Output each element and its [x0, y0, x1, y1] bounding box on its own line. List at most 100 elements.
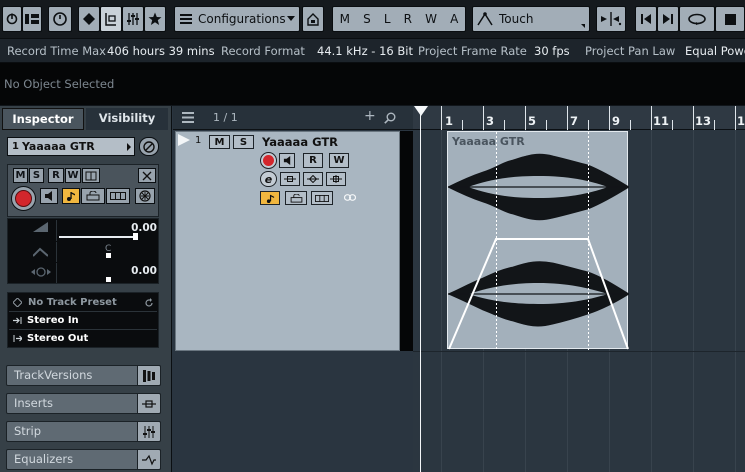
constrain-delay-icon[interactable] — [48, 6, 72, 32]
inspector-write-mode-icon[interactable] — [82, 168, 100, 183]
object-selection-icon[interactable] — [78, 6, 100, 32]
track-inserts-icon[interactable] — [280, 172, 300, 186]
track-row[interactable]: 1 M S Yaaaaa GTR R W e — [175, 131, 400, 351]
inspector-mute-button[interactable]: M — [13, 168, 28, 183]
inspector-track-name-label: Yaaaaa GTR — [21, 140, 95, 153]
track-mute-button[interactable]: M — [209, 135, 230, 149]
track-selection-count: 1 / 1 — [213, 111, 238, 124]
track-record-enable-button[interactable] — [260, 152, 277, 169]
edit-channel-settings-icon[interactable] — [139, 137, 159, 156]
automation-mode-button[interactable]: A — [450, 12, 458, 26]
mode-buttons-group: M S L R W A — [332, 6, 466, 32]
section-strip-label: Strip — [14, 424, 42, 438]
configurations-label: Configurations — [198, 12, 286, 26]
ruler[interactable]: 1 3 5 7 9 11 13 15 — [413, 106, 745, 130]
automation-mode-label: Touch — [499, 12, 534, 26]
inspector-musical-mode-icon[interactable] — [62, 188, 80, 204]
track-musical-mode-icon[interactable] — [260, 191, 280, 205]
configurations-dropdown[interactable]: Configurations — [174, 6, 300, 32]
inspector-record-enable-button[interactable] — [11, 186, 36, 211]
window-layout-icon[interactable] — [22, 6, 42, 32]
reset-icon — [145, 297, 153, 307]
go-to-end-icon[interactable] — [657, 6, 679, 32]
record-icon — [15, 190, 32, 207]
record-format-value[interactable]: 44.1 kHz - 16 Bit — [317, 44, 413, 58]
delay-control[interactable]: 0.00 — [56, 263, 159, 283]
track-write-button[interactable]: W — [329, 153, 349, 168]
search-icon[interactable] — [384, 112, 396, 124]
preset-label: No Track Preset — [28, 297, 117, 308]
edit-channel-icon[interactable]: e — [260, 171, 277, 187]
suspend-send-icon[interactable] — [596, 6, 626, 32]
track-lanes-icon[interactable] — [311, 191, 333, 205]
equalizer-icon — [137, 449, 161, 470]
inspector-lock-icon[interactable] — [81, 188, 105, 204]
input-routing-selector[interactable]: Stereo In — [9, 312, 157, 329]
star-icon[interactable] — [144, 6, 166, 32]
tab-inspector[interactable]: Inspector — [2, 108, 84, 130]
inspector-lanes-icon[interactable] — [106, 188, 130, 204]
stop-icon[interactable] — [715, 6, 745, 32]
audio-event[interactable]: Yaaaaa GTR — [447, 131, 629, 350]
corner-arrow-icon — [581, 24, 585, 28]
inspector-write-button[interactable]: W — [65, 168, 81, 183]
section-equalizers[interactable]: Equalizers — [6, 449, 161, 470]
track-monitor-icon[interactable] — [279, 153, 295, 168]
track-eq-icon[interactable] — [303, 172, 323, 186]
automation-mode-dropdown[interactable]: Touch — [472, 6, 590, 32]
track-solo-button[interactable]: S — [233, 135, 254, 149]
ruler-bar-label: 15 — [737, 114, 745, 128]
inspector-track-name[interactable]: 1 Yaaaaa GTR — [7, 137, 135, 156]
cycle-icon[interactable] — [679, 6, 715, 32]
track-read-button[interactable]: R — [303, 153, 323, 168]
mixer-faders-icon[interactable] — [122, 6, 144, 32]
track-expand-icon[interactable] — [178, 134, 190, 146]
output-routing-selector[interactable]: Stereo Out — [9, 330, 157, 347]
pan-handle[interactable] — [106, 253, 111, 258]
inspector-freeze-icon[interactable] — [135, 188, 155, 204]
track-sends-icon[interactable] — [326, 172, 346, 186]
track-list-header: 1 / 1 + — [173, 106, 413, 130]
frame-rate-value[interactable]: 30 fps — [534, 44, 570, 58]
left-locator-icon[interactable] — [413, 106, 429, 118]
main-toolbar: Configurations M S L R W A Touch — [0, 0, 745, 38]
track-preset-selector[interactable]: No Track Preset — [9, 294, 157, 311]
inspector-bypass-icon[interactable] — [138, 168, 156, 183]
pan-control[interactable]: C — [56, 242, 159, 262]
stereo-width-icon — [31, 266, 51, 278]
frame-rate-label: Project Frame Rate — [418, 44, 527, 58]
go-to-start-icon[interactable] — [635, 6, 657, 32]
ruler-bar-label: 1 — [445, 114, 454, 128]
inspector-monitor-icon[interactable] — [40, 188, 58, 204]
section-strip[interactable]: Strip — [6, 421, 161, 442]
section-inserts[interactable]: Inserts — [6, 393, 161, 414]
link-icon[interactable] — [344, 194, 356, 201]
output-routing-label: Stereo Out — [27, 333, 89, 344]
inspector-read-button[interactable]: R — [48, 168, 64, 183]
project-cursor[interactable] — [420, 112, 421, 472]
track-lock-icon[interactable] — [285, 191, 307, 205]
project-info-line: Record Time Max 406 hours 39 mins Record… — [0, 38, 745, 63]
input-icon — [13, 317, 22, 324]
section-trackversions[interactable]: TrackVersions — [6, 365, 161, 386]
inspector-solo-button[interactable]: S — [29, 168, 44, 183]
lock-icon[interactable] — [302, 6, 324, 32]
power-icon[interactable] — [2, 6, 22, 32]
pan-law-value[interactable]: Equal Powe — [685, 44, 745, 58]
volume-icon — [33, 222, 48, 234]
solo-mode-button[interactable]: S — [363, 12, 371, 26]
track-name[interactable]: Yaaaaa GTR — [262, 135, 338, 149]
record-time-value[interactable]: 406 hours 39 mins — [107, 44, 215, 58]
range-tool-icon[interactable] — [100, 6, 122, 32]
volume-handle[interactable] — [133, 233, 138, 240]
write-mode-button[interactable]: W — [425, 12, 437, 26]
listen-mode-button[interactable]: L — [384, 12, 391, 26]
pan-icon — [32, 245, 49, 257]
delay-handle[interactable] — [106, 277, 111, 282]
read-mode-button[interactable]: R — [404, 12, 412, 26]
volume-fader[interactable]: 0.00 — [56, 220, 159, 241]
mute-mode-button[interactable]: M — [340, 12, 350, 26]
tab-visibility[interactable]: Visibility — [86, 108, 168, 130]
track-list-menu-icon[interactable] — [182, 112, 194, 123]
add-track-button[interactable]: + — [364, 108, 376, 124]
